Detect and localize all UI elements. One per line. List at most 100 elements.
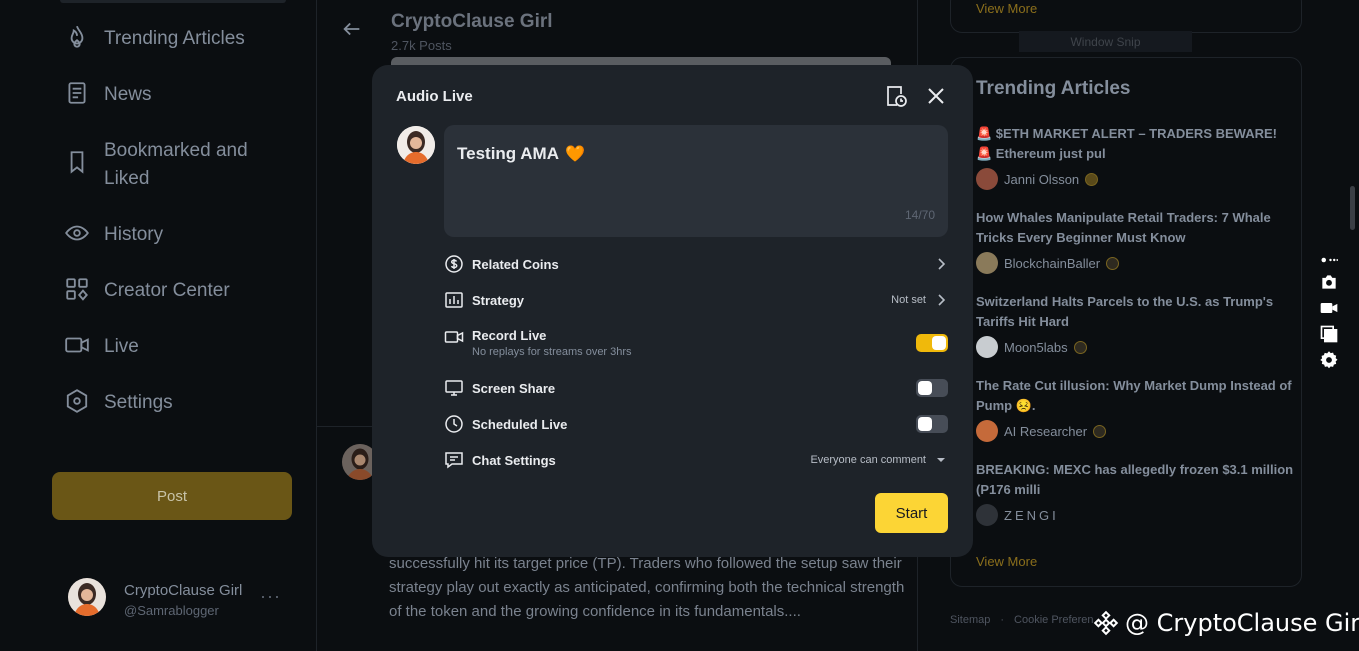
avatar	[976, 168, 998, 190]
view-more-link[interactable]: View More	[976, 1, 1037, 16]
watermark-text: @ CryptoClause Girl	[1125, 609, 1359, 637]
video-record-icon[interactable]	[1319, 298, 1339, 318]
chat-settings-value: Everyone can comment	[810, 454, 926, 466]
sidebar-top-edge	[60, 0, 286, 3]
sidebar-item-news[interactable]: News	[64, 81, 152, 109]
author-name: ZENGI	[1004, 507, 1059, 523]
article-item[interactable]: The Rate Cut illusion: Why Market Dump I…	[976, 376, 1296, 442]
close-icon[interactable]	[923, 83, 949, 109]
sidebar-item-label: News	[104, 84, 152, 105]
verified-badge-icon	[1073, 340, 1087, 354]
avatar	[976, 336, 998, 358]
grid-icon	[66, 278, 88, 301]
article-item[interactable]: 🚨 $ETH MARKET ALERT – TRADERS BEWARE! 🚨 …	[976, 124, 1296, 190]
screen-share-toggle[interactable]	[916, 379, 948, 397]
avatar	[976, 420, 998, 442]
sidebar-item-label: Creator Center	[104, 280, 230, 301]
watermark: @ CryptoClause Girl	[1093, 609, 1359, 637]
sidebar-item-creator-center[interactable]: Creator Center	[64, 277, 230, 305]
snip-toolbar	[1314, 254, 1344, 370]
avatar	[397, 126, 435, 164]
settings-icon	[66, 389, 88, 413]
view-more-link[interactable]: View More	[976, 554, 1037, 569]
post-button[interactable]: Post	[52, 472, 292, 520]
bookmark-icon	[70, 151, 84, 174]
sidebar-item-live[interactable]: Live	[64, 333, 139, 361]
option-label: Record Live	[472, 328, 547, 343]
article-item[interactable]: How Whales Manipulate Retail Traders: 7 …	[976, 208, 1296, 274]
profile-handle: @Samrablogger	[124, 603, 219, 618]
avatar	[976, 504, 998, 526]
article-author[interactable]: BlockchainBaller	[976, 252, 1296, 274]
option-label: Screen Share	[472, 380, 556, 396]
schedule-icon[interactable]	[883, 83, 909, 109]
article-item[interactable]: Switzerland Halts Parcels to the U.S. as…	[976, 292, 1296, 358]
strategy-row[interactable]: Strategy Not set	[444, 282, 948, 318]
pin-icon[interactable]	[1320, 254, 1338, 266]
article-title: 🚨 $ETH MARKET ALERT – TRADERS BEWARE! 🚨 …	[976, 126, 1277, 161]
heart-emoji: 🧡	[565, 146, 585, 163]
live-title-value: Testing AMA	[457, 144, 559, 163]
strategy-value: Not set	[891, 294, 926, 306]
related-coins-row[interactable]: Related Coins	[444, 246, 948, 282]
avatar	[68, 578, 106, 616]
modal-title: Audio Live	[396, 88, 473, 105]
more-options-icon[interactable]: ···	[260, 586, 281, 607]
start-button[interactable]: Start	[875, 493, 948, 533]
coin-icon	[445, 255, 463, 273]
window-snip-label: Window Snip	[1019, 31, 1192, 52]
article-title: How Whales Manipulate Retail Traders: 7 …	[976, 210, 1271, 245]
video-icon	[65, 337, 89, 353]
post-body: successfully hit its target price (TP). …	[389, 555, 905, 620]
sidebar-item-label: Trending Articles	[104, 28, 245, 49]
verified-badge-icon	[1085, 172, 1099, 186]
live-title-input[interactable]: Testing AMA 🧡 14/70	[444, 125, 948, 237]
scheduled-live-toggle[interactable]	[916, 415, 948, 433]
option-label: Strategy	[472, 292, 525, 308]
camera-icon[interactable]	[1319, 272, 1339, 292]
back-arrow-icon[interactable]	[341, 18, 363, 40]
article-item[interactable]: BREAKING: MEXC has allegedly frozen $3.1…	[976, 460, 1296, 526]
option-label: Scheduled Live	[472, 416, 568, 432]
option-label: Related Coins	[472, 256, 559, 272]
sidebar-item-settings[interactable]: Settings	[64, 389, 173, 417]
left-sidebar: Trending Articles News Bookmarked and Li…	[0, 0, 317, 651]
video-icon	[444, 331, 464, 343]
sidebar-item-label: Bookmarked and Liked	[104, 140, 248, 189]
chat-settings-row[interactable]: Chat Settings Everyone can comment	[444, 442, 948, 478]
chart-icon	[445, 292, 463, 308]
article-title: The Rate Cut illusion: Why Market Dump I…	[976, 378, 1292, 413]
sidebar-item-trending-articles[interactable]: Trending Articles	[64, 25, 245, 53]
sidebar-item-label: History	[104, 224, 164, 245]
chevron-right-icon	[938, 258, 946, 270]
verified-badge-icon	[1106, 256, 1120, 270]
author-name: BlockchainBaller	[1004, 255, 1101, 271]
verified-badge-icon	[1093, 424, 1107, 438]
profile-card[interactable]: CryptoClause Girl @Samrablogger	[68, 578, 242, 618]
screen-share-row: Screen Share	[444, 370, 948, 406]
footer-link-sitemap[interactable]: Sitemap	[950, 614, 990, 626]
right-column: View More Window Snip Trending Articles …	[918, 0, 1359, 651]
article-author[interactable]: AI Researcher	[976, 420, 1296, 442]
article-author[interactable]: ZENGI	[976, 504, 1296, 526]
sidebar-item-bookmarked[interactable]: Bookmarked and Liked	[64, 137, 264, 193]
profile-name: CryptoClause Girl	[124, 582, 243, 599]
sidebar-item-history[interactable]: History	[64, 221, 163, 249]
chevron-right-icon	[938, 294, 946, 306]
monitor-icon	[445, 380, 463, 396]
flame-icon	[70, 25, 84, 48]
sidebar-item-label: Live	[104, 336, 139, 357]
article-author[interactable]: Moon5labs	[976, 336, 1296, 358]
avatar	[976, 252, 998, 274]
post-count: 2.7k Posts	[391, 38, 452, 53]
footer-link-cookie[interactable]: Cookie Preferen	[1014, 614, 1094, 626]
audio-live-modal: Audio Live Testing AMA 🧡 14/70 Related C…	[372, 65, 973, 557]
option-sublabel: No replays for streams over 3hrs	[472, 346, 632, 358]
scrollbar[interactable]	[1350, 186, 1355, 230]
trending-articles-card: Trending Articles 🚨 $ETH MARKET ALERT – …	[950, 57, 1302, 587]
article-author[interactable]: Janni Olsson	[976, 168, 1296, 190]
record-live-toggle[interactable]	[916, 334, 948, 352]
gear-icon[interactable]	[1319, 350, 1339, 370]
record-live-row: Record Live No replays for streams over …	[444, 325, 948, 361]
copy-window-icon[interactable]	[1319, 324, 1339, 344]
